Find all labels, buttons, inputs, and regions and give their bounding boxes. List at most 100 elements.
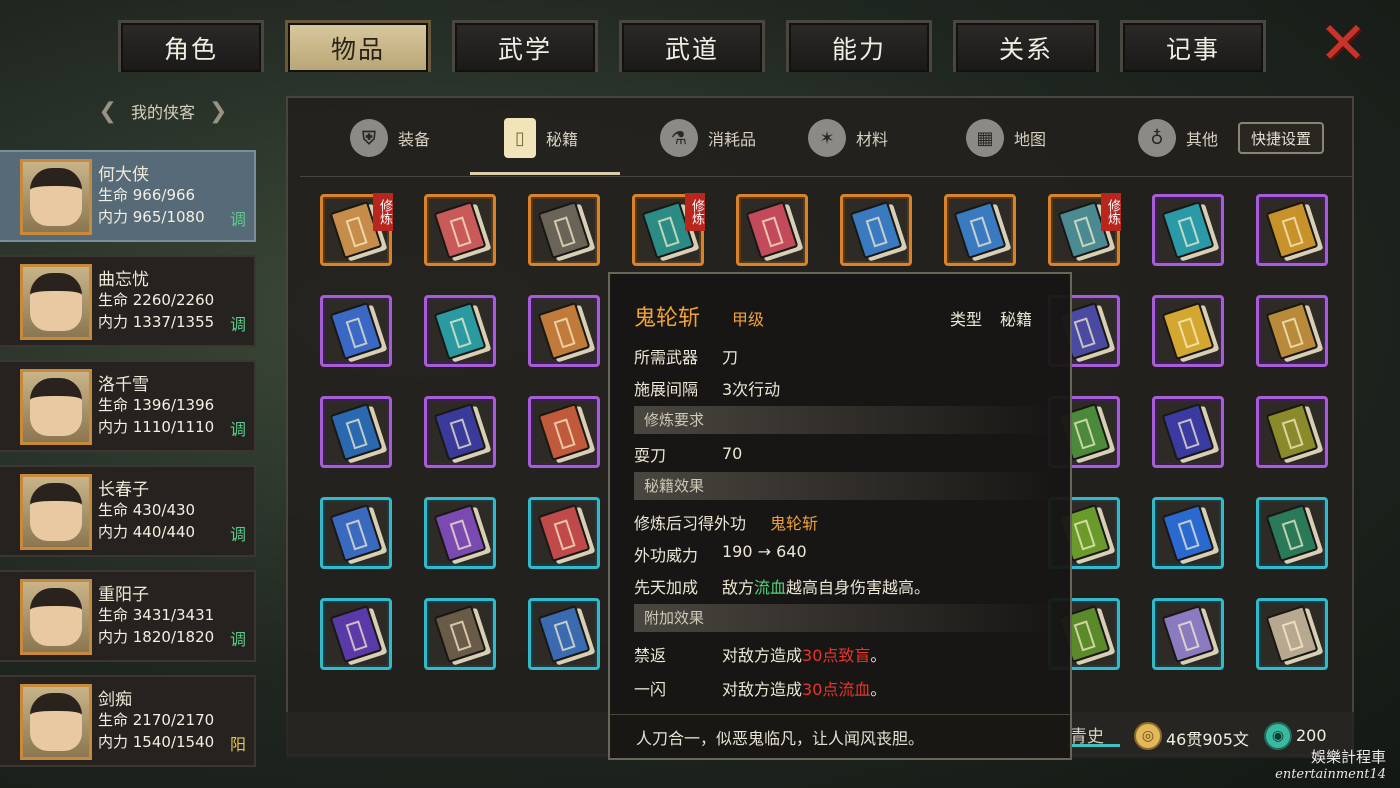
top-tab-1[interactable]: 物品 <box>285 20 431 72</box>
avatar-face <box>30 588 82 646</box>
top-tab-bar: 角色 物品 武学 武道 能力 关系 记事 <box>118 20 1266 72</box>
extra2-text: 对敌方造成30点流血。 <box>722 680 887 699</box>
requirement-section: 修炼要求 <box>634 406 1054 434</box>
category-tab-4[interactable]: ▦ 地图 <box>966 110 1046 166</box>
character-card[interactable]: 洛千雪 生命 1396/1396 内力 1110/1110 调 <box>0 360 256 452</box>
item-slot[interactable] <box>320 497 392 569</box>
category-label: 其他 <box>1186 130 1219 149</box>
jade-icon: ◉ <box>1264 722 1292 750</box>
book-icon <box>1161 200 1215 260</box>
item-slot[interactable] <box>424 396 496 468</box>
top-tab-4[interactable]: 能力 <box>786 20 932 72</box>
book-icon <box>1161 604 1215 664</box>
item-slot[interactable] <box>840 194 912 266</box>
item-slot[interactable]: 修炼 <box>632 193 705 266</box>
item-slot[interactable] <box>736 194 808 266</box>
item-slot[interactable] <box>528 396 600 468</box>
top-tab-0[interactable]: 角色 <box>118 20 264 72</box>
character-role: 阳 <box>229 735 246 754</box>
item-slot[interactable] <box>1152 396 1224 468</box>
character-name: 剑痴 <box>98 690 132 710</box>
category-tab-1[interactable]: ▯ 秘籍 <box>504 110 578 166</box>
char-list-title: 我的侠客 <box>130 103 195 122</box>
pendant-icon: ♁ <box>1138 119 1176 157</box>
cultivation-badge: 修炼 <box>685 193 705 231</box>
cultivation-badge: 修炼 <box>1101 193 1121 231</box>
item-slot[interactable] <box>1256 598 1328 670</box>
item-slot[interactable] <box>528 497 600 569</box>
avatar-face <box>30 273 82 331</box>
item-slot[interactable] <box>1256 497 1328 569</box>
item-slot[interactable] <box>424 598 496 670</box>
character-card[interactable]: 长春子 生命 430/430 内力 440/440 调 <box>0 465 256 557</box>
top-tab-2[interactable]: 武学 <box>452 20 598 72</box>
book-icon <box>537 402 591 462</box>
character-mp: 内力 1110/1110 <box>98 418 215 436</box>
item-slot[interactable] <box>320 295 392 367</box>
close-icon[interactable]: ✕ <box>1312 14 1374 72</box>
item-slot[interactable]: 修炼 <box>1048 193 1121 266</box>
interval-value: 3次行动 <box>722 380 781 399</box>
next-arrow-icon[interactable]: ❯ <box>209 99 227 124</box>
item-slot[interactable] <box>424 295 496 367</box>
book-icon <box>1265 503 1319 563</box>
category-tab-5[interactable]: ♁ 其他 <box>1138 110 1218 166</box>
item-slot[interactable] <box>320 396 392 468</box>
category-tab-2[interactable]: ⚗ 消耗品 <box>660 110 756 166</box>
item-slot[interactable] <box>528 598 600 670</box>
item-slot[interactable] <box>320 598 392 670</box>
item-slot[interactable] <box>424 497 496 569</box>
character-card[interactable]: 剑痴 生命 2170/2170 内力 1540/1540 阳 <box>0 675 256 767</box>
item-slot[interactable] <box>528 194 600 266</box>
book-icon <box>329 503 383 563</box>
character-hp: 生命 1396/1396 <box>98 396 215 414</box>
category-tab-3[interactable]: ✶ 材料 <box>808 110 888 166</box>
top-tab-3[interactable]: 武道 <box>619 20 765 72</box>
book-icon <box>329 604 383 664</box>
category-label: 秘籍 <box>546 130 579 149</box>
item-slot[interactable] <box>1152 598 1224 670</box>
book-icon <box>953 200 1007 260</box>
character-card[interactable]: 曲忘忧 生命 2260/2260 内力 1337/1355 调 <box>0 255 256 347</box>
power-label: 外功威力 <box>634 546 699 565</box>
requirement-skill: 耍刀 <box>634 446 667 465</box>
effect-section: 秘籍效果 <box>634 472 1054 500</box>
prev-arrow-icon[interactable]: ❮ <box>99 99 117 124</box>
character-card[interactable]: 何大侠 生命 966/966 内力 965/1080 调 <box>0 150 256 242</box>
power-value: 190 → 640 <box>722 542 807 561</box>
book-icon <box>329 402 383 462</box>
item-slot[interactable] <box>1256 194 1328 266</box>
sort-tab-underline <box>1068 744 1120 747</box>
item-slot[interactable] <box>1152 295 1224 367</box>
avatar <box>20 369 92 445</box>
category-label: 材料 <box>856 130 889 149</box>
quick-settings-button[interactable]: 快捷设置 <box>1238 122 1324 154</box>
book-icon: ▯ <box>504 118 536 158</box>
character-hp: 生命 3431/3431 <box>98 606 215 624</box>
cultivation-badge: 修炼 <box>373 193 393 231</box>
interval-label: 施展间隔 <box>634 380 699 399</box>
character-hp: 生命 966/966 <box>98 186 196 204</box>
avatar <box>20 159 92 235</box>
top-tab-5[interactable]: 关系 <box>953 20 1099 72</box>
category-tab-0[interactable]: ⛨ 装备 <box>350 110 430 166</box>
book-icon <box>537 200 591 260</box>
watermark: 娛樂計程車 entertainment14 <box>1275 748 1386 784</box>
extra1-text: 对敌方造成30点致盲。 <box>722 646 887 665</box>
coin-icon: ◎ <box>1134 722 1162 750</box>
item-slot[interactable] <box>424 194 496 266</box>
item-slot[interactable] <box>944 194 1016 266</box>
book-icon <box>433 301 487 361</box>
book-icon <box>433 604 487 664</box>
character-hp: 生命 430/430 <box>98 501 196 519</box>
item-slot[interactable] <box>528 295 600 367</box>
item-slot[interactable] <box>1152 194 1224 266</box>
top-tab-6[interactable]: 记事 <box>1120 20 1266 72</box>
avatar-face <box>30 483 82 541</box>
herb-icon: ✶ <box>808 119 846 157</box>
item-slot[interactable] <box>1256 396 1328 468</box>
item-slot[interactable]: 修炼 <box>320 193 393 266</box>
character-card[interactable]: 重阳子 生命 3431/3431 内力 1820/1820 调 <box>0 570 256 662</box>
item-slot[interactable] <box>1152 497 1224 569</box>
item-slot[interactable] <box>1256 295 1328 367</box>
